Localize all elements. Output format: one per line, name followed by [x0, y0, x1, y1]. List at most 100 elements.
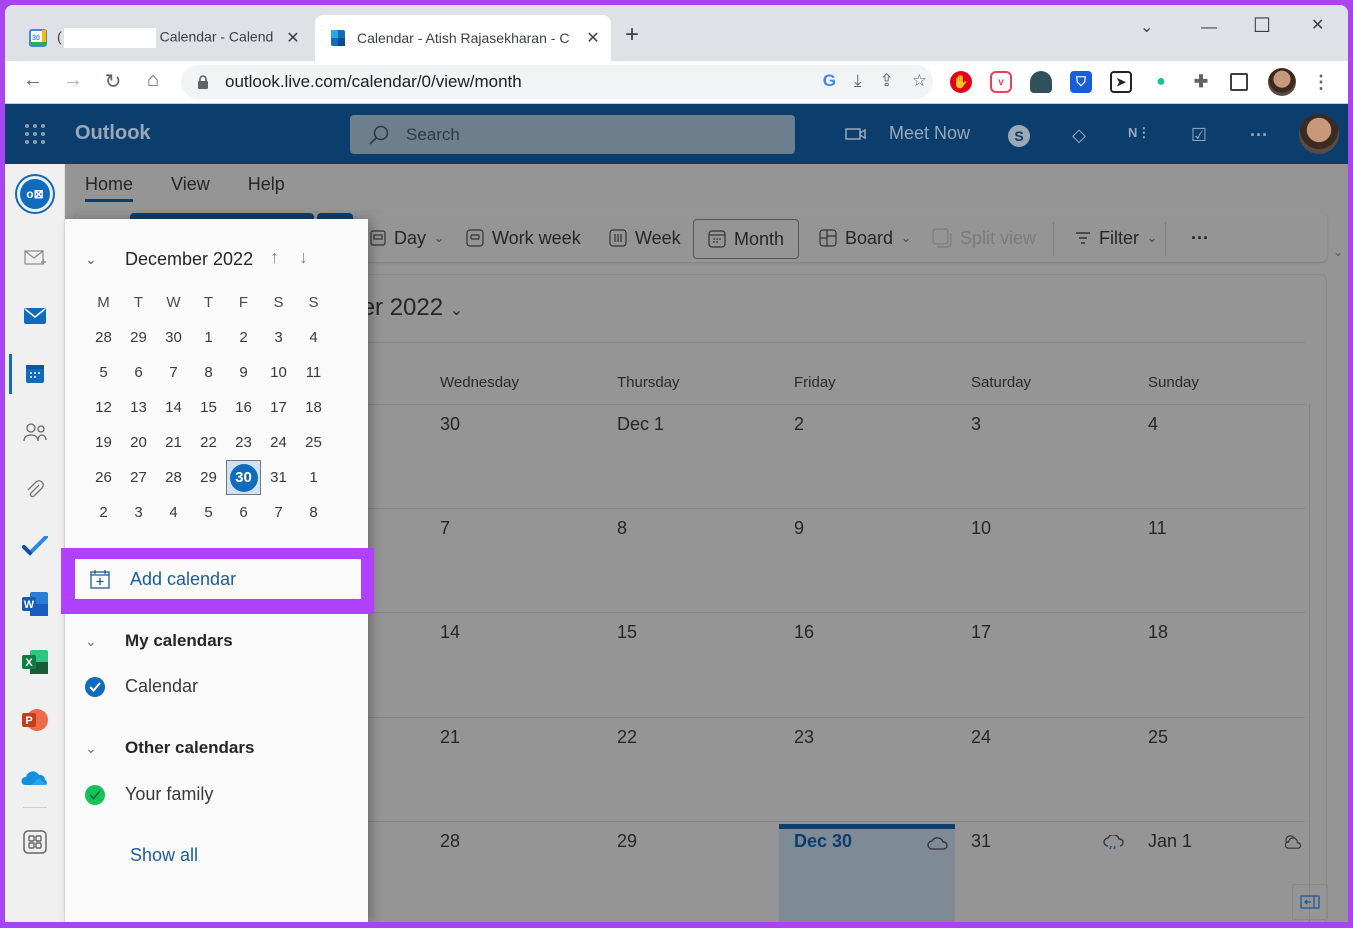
excel-icon[interactable]: X	[19, 646, 51, 678]
day-cell-number[interactable]: 9	[794, 518, 804, 539]
new-tab-button[interactable]: +	[625, 23, 639, 47]
mini-calendar-day[interactable]: 18	[296, 390, 331, 425]
day-cell-number[interactable]: 3	[971, 414, 981, 435]
mini-calendar-day[interactable]: 16	[226, 390, 261, 425]
home-button[interactable]: ⌂	[139, 69, 167, 92]
day-cell-number[interactable]: 23	[794, 727, 814, 748]
mini-calendar-day[interactable]: 1	[296, 460, 331, 495]
mini-calendar-day[interactable]: 6	[226, 495, 261, 530]
share-icon[interactable]: ⇪	[880, 71, 894, 91]
mini-calendar-day[interactable]: 28	[156, 460, 191, 495]
day-cell-number[interactable]: 18	[1148, 622, 1168, 643]
google-icon[interactable]: G	[823, 71, 836, 91]
mini-calendar-day[interactable]: 10	[261, 355, 296, 390]
day-cell-number[interactable]: 4	[1148, 414, 1158, 435]
mini-calendar-day[interactable]: 29	[191, 460, 226, 495]
day-cell-number[interactable]: Jan 1	[1148, 831, 1192, 852]
mini-calendar-day[interactable]: 7	[261, 495, 296, 530]
mini-calendar-day[interactable]: 20	[121, 425, 156, 460]
day-cell-number[interactable]: 29	[617, 831, 637, 852]
mini-calendar-day[interactable]: 26	[86, 460, 121, 495]
month-view-button[interactable]: Month	[693, 219, 800, 259]
mini-calendar-day[interactable]: 23	[226, 425, 261, 460]
reload-button[interactable]: ↻	[99, 69, 127, 94]
skype-icon[interactable]: S	[1008, 125, 1030, 147]
selected-day[interactable]: 30	[226, 460, 261, 495]
mini-calendar-day[interactable]: 2	[86, 495, 121, 530]
outlook-app-icon[interactable]: o⊠	[15, 174, 55, 214]
mini-calendar-day[interactable]: 4	[296, 320, 331, 355]
account-avatar[interactable]	[1299, 114, 1339, 154]
calendar-item[interactable]: Calendar	[85, 676, 198, 697]
work-week-view-button[interactable]: Work week	[466, 222, 581, 254]
extensions-puzzle-icon[interactable]: ✚	[1190, 71, 1212, 93]
maximize-button[interactable]: ☐	[1253, 13, 1271, 38]
address-bar[interactable]: outlook.live.com/calendar/0/view/month G…	[181, 65, 933, 99]
day-cell-number[interactable]: 24	[971, 727, 991, 748]
mini-calendar-day[interactable]: 9	[226, 355, 261, 390]
mini-calendar-day[interactable]: 3	[261, 320, 296, 355]
scrollbar-track[interactable]	[1309, 404, 1310, 922]
adblock-icon[interactable]: ✋	[950, 71, 972, 93]
meet-now-button[interactable]: Meet Now	[845, 123, 970, 144]
collapse-pane-button[interactable]	[1292, 884, 1328, 920]
mini-calendar-day[interactable]: 1	[191, 320, 226, 355]
powerpoint-icon[interactable]: P	[19, 704, 51, 736]
mini-calendar-day[interactable]: 25	[296, 425, 331, 460]
day-cell-number[interactable]: 25	[1148, 727, 1168, 748]
mini-calendar-day[interactable]: 8	[191, 355, 226, 390]
my-day-icon[interactable]: ☑	[1188, 125, 1210, 147]
mini-calendar-day[interactable]: 6	[121, 355, 156, 390]
calendar-icon[interactable]	[19, 358, 51, 390]
previous-month-arrow-icon[interactable]: ↑	[270, 247, 279, 268]
mini-calendar-day[interactable]: 8	[296, 495, 331, 530]
mini-calendar-day[interactable]: 24	[261, 425, 296, 460]
day-cell-number[interactable]: 14	[440, 622, 460, 643]
tab-google-calendar[interactable]: 30 (Calendar - Calend ✕	[15, 15, 311, 61]
premium-diamond-icon[interactable]: ◇	[1068, 125, 1090, 147]
profile-avatar[interactable]	[1268, 68, 1296, 96]
mini-calendar-day[interactable]: 31	[261, 460, 296, 495]
day-cell-number[interactable]: 21	[440, 727, 460, 748]
mini-calendar-day[interactable]: 27	[121, 460, 156, 495]
people-icon[interactable]	[19, 416, 51, 448]
mail-icon[interactable]	[19, 300, 51, 332]
tab-view[interactable]: View	[171, 174, 210, 202]
minimize-button[interactable]: —	[1201, 19, 1217, 37]
onenote-feed-icon[interactable]: N⋮	[1128, 125, 1150, 147]
tab-close-icon[interactable]: ✕	[281, 28, 305, 48]
url-text[interactable]: outlook.live.com/calendar/0/view/month	[225, 72, 522, 92]
day-cell-number[interactable]: 8	[617, 518, 627, 539]
day-cell-number[interactable]: 15	[617, 622, 637, 643]
mini-calendar-day[interactable]: 17	[261, 390, 296, 425]
day-cell-number[interactable]: 31	[971, 831, 991, 852]
expand-ribbon-icon[interactable]: ⌄	[1333, 236, 1343, 268]
checkmark-icon[interactable]	[85, 676, 105, 697]
day-cell-number[interactable]: 17	[971, 622, 991, 643]
grammar-extension-icon[interactable]: ●	[1150, 71, 1172, 93]
tab-outlook-calendar[interactable]: Calendar - Atish Rajasekharan - C ✕	[315, 15, 611, 61]
day-cell-number[interactable]: 28	[440, 831, 460, 852]
mini-calendar-day[interactable]: 13	[121, 390, 156, 425]
board-view-button[interactable]: Board ⌄	[819, 222, 911, 254]
spy-extension-icon[interactable]	[1030, 71, 1052, 93]
todo-icon[interactable]	[19, 530, 51, 562]
day-cell-number[interactable]: 2	[794, 414, 804, 435]
mini-calendar-day[interactable]: 3	[121, 495, 156, 530]
menu-kebab-icon[interactable]: ⋮	[1310, 71, 1332, 93]
mini-calendar-day[interactable]: 5	[86, 355, 121, 390]
attachment-icon[interactable]	[19, 474, 51, 506]
more-options-icon[interactable]: ···	[1248, 125, 1270, 147]
day-cell-number[interactable]: Dec 1	[617, 414, 664, 435]
onedrive-icon[interactable]	[19, 762, 51, 794]
mini-calendar-day[interactable]: 15	[191, 390, 226, 425]
collapse-chevron-icon[interactable]: ⌄	[85, 251, 103, 268]
mini-calendar-day[interactable]: 2	[226, 320, 261, 355]
mini-calendar-day[interactable]: 28	[86, 320, 121, 355]
pocket-icon[interactable]: v	[990, 71, 1012, 93]
send-extension-icon[interactable]: ➤	[1110, 71, 1132, 93]
day-cell-number[interactable]: 30	[440, 414, 460, 435]
mini-calendar-day[interactable]: 12	[86, 390, 121, 425]
app-launcher-icon[interactable]	[25, 124, 45, 144]
mini-calendar-day[interactable]: 21	[156, 425, 191, 460]
